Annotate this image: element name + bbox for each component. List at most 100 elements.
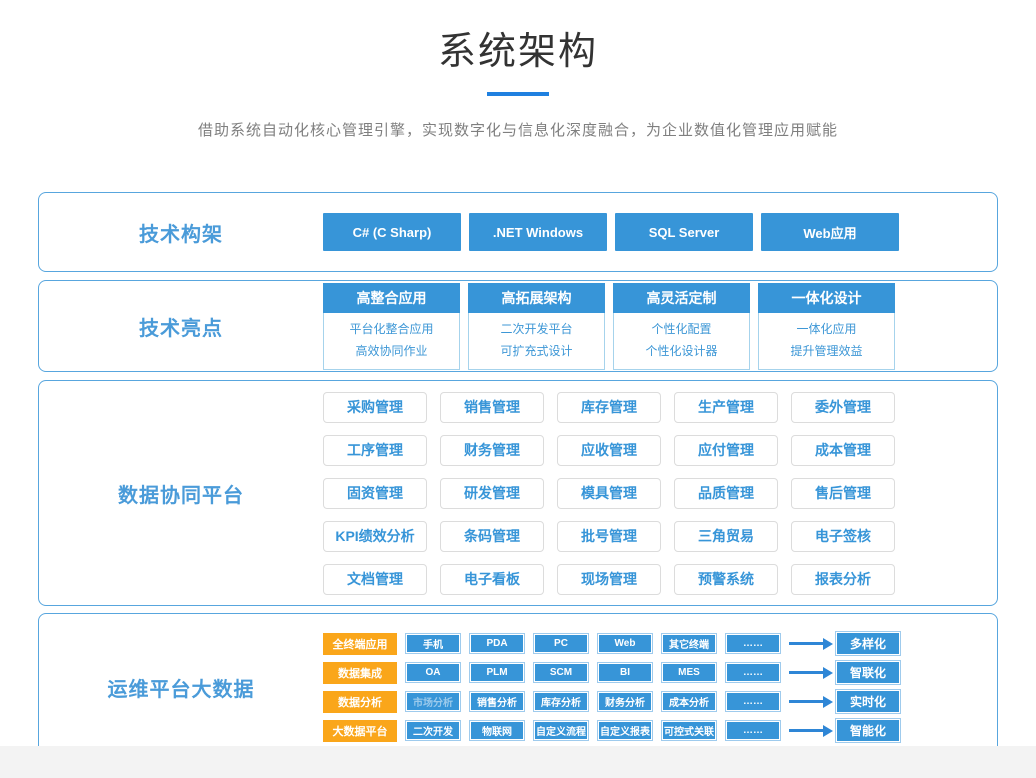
tech-stack-button-sqlserver[interactable]: SQL Server	[615, 213, 753, 251]
category-chip-integration[interactable]: 数据集成	[323, 662, 397, 684]
module-chip-inventory[interactable]: 库存管理	[557, 392, 661, 423]
tech-stack-button-dotnet[interactable]: .NET Windows	[469, 213, 607, 251]
bigdata-item-chip-ellipsis[interactable]: ……	[725, 720, 781, 741]
bigdata-item-chip-plm[interactable]: PLM	[469, 662, 525, 683]
bigdata-item-chip-oa[interactable]: OA	[405, 662, 461, 683]
tech-stack-button-row: C# (C Sharp) .NET Windows SQL Server Web…	[323, 213, 907, 251]
module-chip-rnd[interactable]: 研发管理	[440, 478, 544, 509]
module-chip-alert[interactable]: 预警系统	[674, 564, 778, 595]
bigdata-item-chip-ellipsis[interactable]: ……	[725, 691, 781, 712]
module-chip-sales[interactable]: 销售管理	[440, 392, 544, 423]
section-label-data-platform: 数据协同平台	[39, 479, 323, 508]
bigdata-item-chip-ellipsis[interactable]: ……	[725, 633, 781, 654]
module-chip-mold[interactable]: 模具管理	[557, 478, 661, 509]
result-chip-intelligent[interactable]: 智能化	[835, 718, 901, 743]
tech-stack-button-csharp[interactable]: C# (C Sharp)	[323, 213, 461, 251]
module-chip-shopfloor[interactable]: 现场管理	[557, 564, 661, 595]
bigdata-item-chip-market-analysis[interactable]: 市场分析	[405, 691, 461, 712]
highlight-card-line: 个性化设计器	[614, 340, 749, 362]
bigdata-item-chip-pda[interactable]: PDA	[469, 633, 525, 654]
module-chip-fixed-assets[interactable]: 固资管理	[323, 478, 427, 509]
bigdata-item-chip-mobile[interactable]: 手机	[405, 633, 461, 654]
highlight-card-line: 平台化整合应用	[324, 318, 459, 340]
bigdata-item-chip-inventory-analysis[interactable]: 库存分析	[533, 691, 589, 712]
module-chip-finance[interactable]: 财务管理	[440, 435, 544, 466]
module-chip-outsourcing[interactable]: 委外管理	[791, 392, 895, 423]
module-chip-esign[interactable]: 电子签核	[791, 521, 895, 552]
footer-strip	[0, 746, 1036, 778]
module-chip-barcode[interactable]: 条码管理	[440, 521, 544, 552]
page-title: 系统架构	[0, 20, 1036, 75]
bigdata-item-chip-mes[interactable]: MES	[661, 662, 717, 683]
bigdata-item-chip-sales-analysis[interactable]: 销售分析	[469, 691, 525, 712]
module-chip-aftersales[interactable]: 售后管理	[791, 478, 895, 509]
bigdata-item-chip-bi[interactable]: BI	[597, 662, 653, 683]
bigdata-row-analytics: 数据分析 市场分析 销售分析 库存分析 财务分析 成本分析 …… 实时化	[323, 689, 901, 714]
section-bigdata: 运维平台大数据 全终端应用 手机 PDA PC Web 其它终端 …… 多样化 …	[38, 613, 998, 761]
arrow-right-icon	[789, 725, 833, 737]
page-subtitle: 借助系统自动化核心管理引擎，实现数字化与信息化深度融合，为企业数值化管理应用赋能	[0, 119, 1036, 140]
section-tech-stack: 技术构架 C# (C Sharp) .NET Windows SQL Serve…	[38, 192, 998, 272]
section-highlights: 技术亮点 高整合应用 平台化整合应用 高效协同作业 高拓展架构 二次开发平台 可…	[38, 280, 998, 372]
module-chip-document[interactable]: 文档管理	[323, 564, 427, 595]
arrow-right-icon	[789, 638, 833, 650]
category-chip-terminals[interactable]: 全终端应用	[323, 633, 397, 655]
result-chip-realtime[interactable]: 实时化	[835, 689, 901, 714]
result-chip-interconnected[interactable]: 智联化	[835, 660, 901, 685]
tech-stack-button-web[interactable]: Web应用	[761, 213, 899, 251]
section-label-bigdata: 运维平台大数据	[39, 673, 323, 702]
bigdata-item-chip-web[interactable]: Web	[597, 633, 653, 654]
module-chip-receivable[interactable]: 应收管理	[557, 435, 661, 466]
section-data-platform: 数据协同平台 采购管理 销售管理 库存管理 生产管理 委外管理 工序管理 财务管…	[38, 380, 998, 606]
highlight-card-line: 提升管理效益	[759, 340, 894, 362]
highlight-card-title: 高整合应用	[323, 283, 460, 313]
highlight-card-flexibility: 高灵活定制 个性化配置 个性化设计器	[613, 283, 750, 370]
bigdata-item-chip-other-terminal[interactable]: 其它终端	[661, 633, 717, 654]
bigdata-item-chip-scm[interactable]: SCM	[533, 662, 589, 683]
bigdata-rows: 全终端应用 手机 PDA PC Web 其它终端 …… 多样化 数据集成 OA …	[323, 631, 901, 743]
highlight-card-title: 高灵活定制	[613, 283, 750, 313]
highlight-card-body: 个性化配置 个性化设计器	[613, 313, 750, 370]
bigdata-item-chip-finance-analysis[interactable]: 财务分析	[597, 691, 653, 712]
section-label-tech-stack: 技术构架	[39, 218, 323, 247]
bigdata-item-chip-ellipsis[interactable]: ……	[725, 662, 781, 683]
highlight-card-line: 高效协同作业	[324, 340, 459, 362]
module-chip-process[interactable]: 工序管理	[323, 435, 427, 466]
module-chip-production[interactable]: 生产管理	[674, 392, 778, 423]
page-header: 系统架构 借助系统自动化核心管理引擎，实现数字化与信息化深度融合，为企业数值化管…	[0, 0, 1036, 140]
bigdata-item-chip-custom-flow[interactable]: 自定义流程	[533, 720, 589, 741]
highlight-card-line: 一体化应用	[759, 318, 894, 340]
module-chip-purchasing[interactable]: 采购管理	[323, 392, 427, 423]
module-chip-payable[interactable]: 应付管理	[674, 435, 778, 466]
highlight-card-title: 一体化设计	[758, 283, 895, 313]
section-label-highlights: 技术亮点	[39, 312, 323, 341]
bigdata-row-integration: 数据集成 OA PLM SCM BI MES …… 智联化	[323, 660, 901, 685]
module-chip-triangle-trade[interactable]: 三角贸易	[674, 521, 778, 552]
highlight-card-body: 二次开发平台 可扩充式设计	[468, 313, 605, 370]
highlight-card-extensibility: 高拓展架构 二次开发平台 可扩充式设计	[468, 283, 605, 370]
bigdata-item-chip-iot[interactable]: 物联网	[469, 720, 525, 741]
highlight-card-line: 个性化配置	[614, 318, 749, 340]
arrow-right-icon	[789, 696, 833, 708]
bigdata-item-chip-secondary-dev[interactable]: 二次开发	[405, 720, 461, 741]
highlight-card-title: 高拓展架构	[468, 283, 605, 313]
bigdata-item-chip-custom-report[interactable]: 自定义报表	[597, 720, 653, 741]
category-chip-analytics[interactable]: 数据分析	[323, 691, 397, 713]
highlight-card-unified: 一体化设计 一体化应用 提升管理效益	[758, 283, 895, 370]
module-chip-quality[interactable]: 品质管理	[674, 478, 778, 509]
module-chip-cost[interactable]: 成本管理	[791, 435, 895, 466]
module-chip-report[interactable]: 报表分析	[791, 564, 895, 595]
module-chip-lot[interactable]: 批号管理	[557, 521, 661, 552]
category-chip-bigdata-platform[interactable]: 大数据平台	[323, 720, 397, 742]
highlight-card-integration: 高整合应用 平台化整合应用 高效协同作业	[323, 283, 460, 370]
bigdata-item-chip-pc[interactable]: PC	[533, 633, 589, 654]
result-chip-diversified[interactable]: 多样化	[835, 631, 901, 656]
bigdata-item-chip-controllable-link[interactable]: 可控式关联	[661, 720, 717, 741]
bigdata-row-platform: 大数据平台 二次开发 物联网 自定义流程 自定义报表 可控式关联 …… 智能化	[323, 718, 901, 743]
title-underline	[487, 92, 549, 96]
module-chip-kpi[interactable]: KPI绩效分析	[323, 521, 427, 552]
arrow-right-icon	[789, 667, 833, 679]
module-chip-kanban[interactable]: 电子看板	[440, 564, 544, 595]
highlight-card-body: 一体化应用 提升管理效益	[758, 313, 895, 370]
bigdata-item-chip-cost-analysis[interactable]: 成本分析	[661, 691, 717, 712]
